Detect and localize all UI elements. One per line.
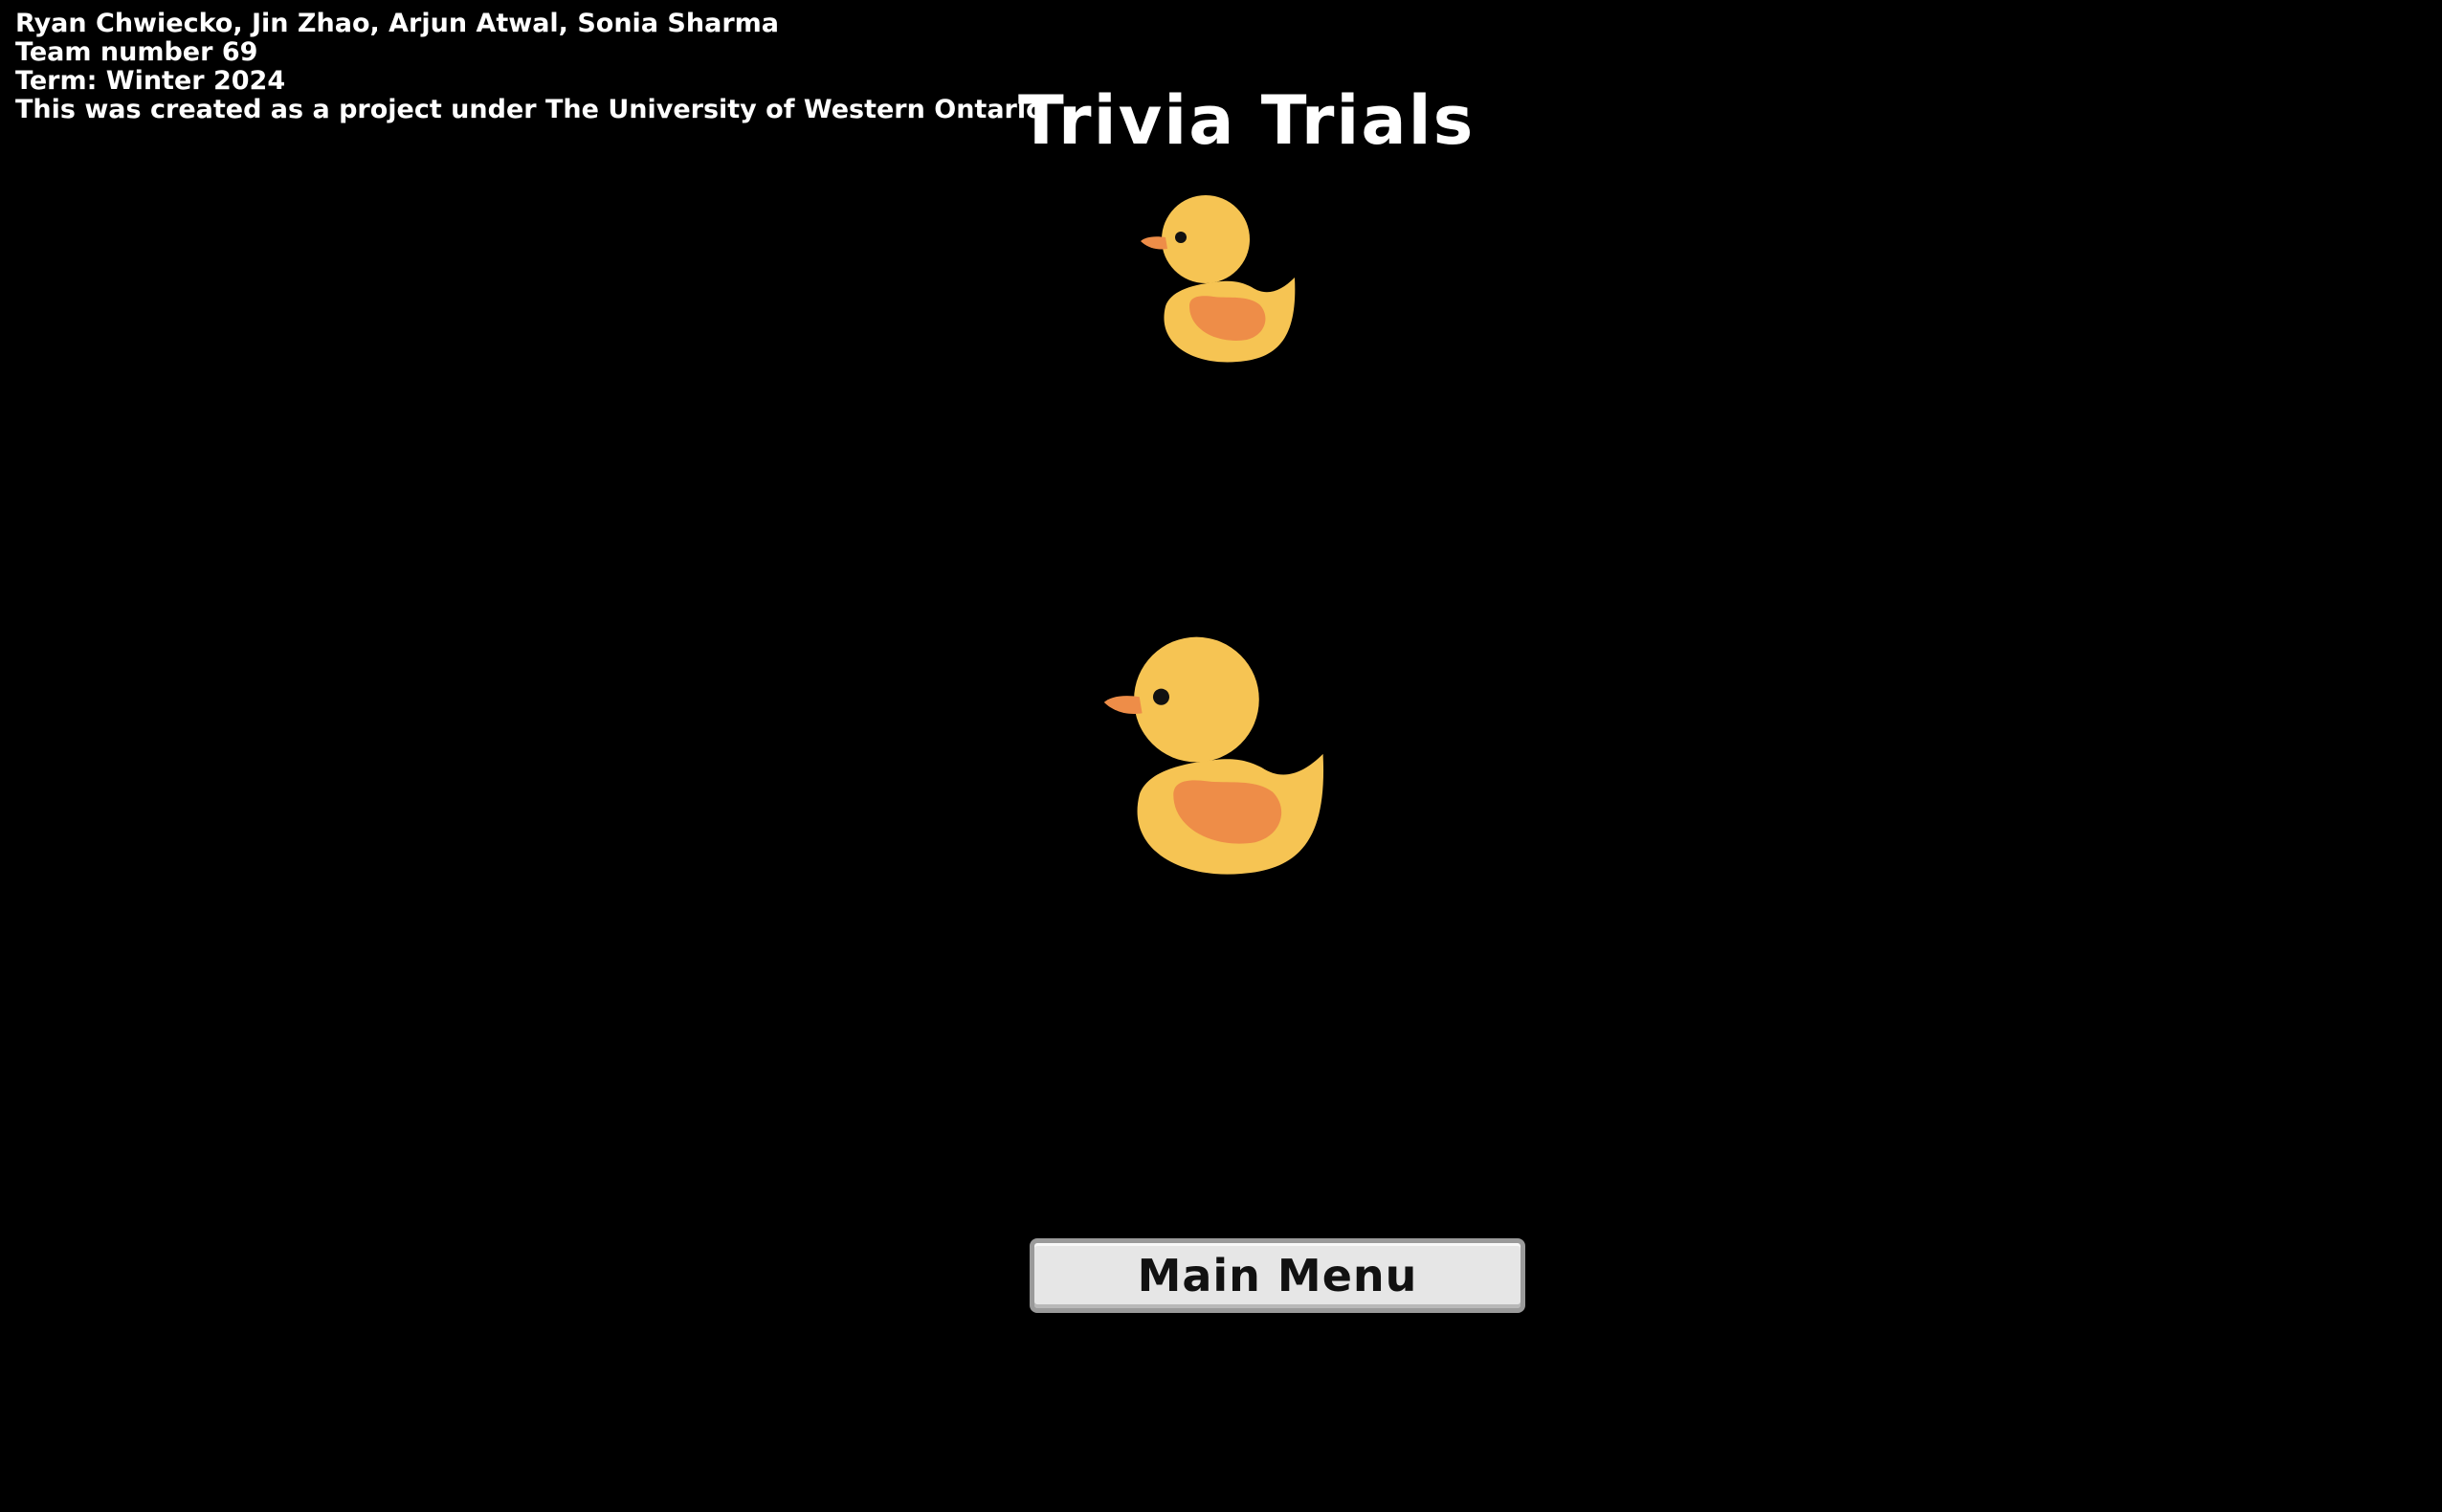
duck-icon xyxy=(1097,632,1345,890)
game-title: Trivia Trials xyxy=(1018,81,1476,160)
duck-icon xyxy=(1137,191,1309,373)
main-menu-button[interactable]: Main Menu xyxy=(1030,1238,1525,1313)
credits-term: Term: Winter 2024 xyxy=(15,66,286,96)
credits-block: Ryan Chwiecko, Jin Zhao, Arjun Atwal, So… xyxy=(15,10,1044,124)
main-menu-button-label: Main Menu xyxy=(1137,1250,1418,1301)
credits-team: Team number 69 xyxy=(15,37,258,67)
credits-institution: This was created as a project under The … xyxy=(15,95,1044,124)
credits-authors: Ryan Chwiecko, Jin Zhao, Arjun Atwal, So… xyxy=(15,9,779,38)
